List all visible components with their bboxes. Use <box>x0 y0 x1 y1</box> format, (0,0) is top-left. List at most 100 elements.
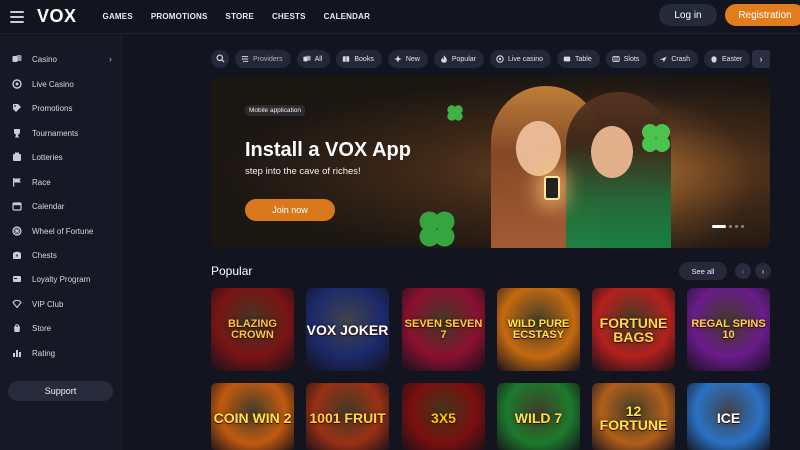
all-games-icon <box>302 55 311 63</box>
game-tile[interactable]: 12 Fortune <box>592 383 675 450</box>
casino-icon <box>12 54 22 64</box>
carousel-next-button[interactable]: › <box>755 263 771 279</box>
sidebar-item-label: Calendar <box>32 201 65 211</box>
game-tile[interactable]: Fortune Bags <box>592 288 675 371</box>
registration-button[interactable]: Registration <box>725 4 800 26</box>
chip-books[interactable]: Books <box>336 50 382 68</box>
chip-label: Easter <box>722 55 743 63</box>
sidebar-item-label: Wheel of Fortune <box>32 226 94 236</box>
sidebar-item-calendar[interactable]: Calendar <box>0 196 122 216</box>
easter-egg-icon <box>710 55 718 63</box>
game-tile[interactable]: Coin Win 2 <box>211 383 294 450</box>
sidebar-item-label: Tournaments <box>32 128 79 138</box>
game-title: Blazing Crown <box>228 317 277 341</box>
carousel-prev-button[interactable]: ‹ <box>735 263 751 279</box>
calendar-icon <box>12 201 22 211</box>
banner-illustration-face-right <box>591 126 633 178</box>
sidebar-item-chests[interactable]: Chests <box>0 245 122 265</box>
pagination-dot[interactable] <box>729 225 732 228</box>
chevron-right-icon: › <box>761 266 765 276</box>
pagination-dot[interactable] <box>735 225 738 228</box>
game-title: Ice <box>716 410 741 426</box>
chip-new[interactable]: New <box>387 50 428 68</box>
game-tile[interactable]: 1001 Fruit <box>306 383 389 450</box>
sidebar-item-label: Chests <box>32 250 57 260</box>
game-tile[interactable]: Wild Pure Ecstasy <box>497 288 580 371</box>
sidebar-item-label: Promotions <box>32 103 73 113</box>
promotions-icon <box>12 103 22 113</box>
sidebar-item-live-casino[interactable]: Live Casino <box>0 74 122 94</box>
game-title: Regal Spins 10 <box>691 317 766 341</box>
chip-all[interactable]: All <box>296 50 331 68</box>
chip-table[interactable]: Table <box>557 50 600 68</box>
sidebar-item-label: Live Casino <box>32 79 74 89</box>
sidebar-item-lotteries[interactable]: Lotteries <box>0 147 122 167</box>
game-title: Coin Win 2 <box>213 410 292 426</box>
see-all-button[interactable]: See all <box>679 262 727 280</box>
rating-icon <box>12 348 22 358</box>
top-nav: GAMES PROMOTIONS STORE CHESTS CALENDAR <box>103 12 371 21</box>
promo-banner[interactable]: Mobile application Install a VOX App ste… <box>211 76 770 248</box>
chip-live-casino[interactable]: Live casino <box>489 50 552 68</box>
sidebar-item-wheel-of-fortune[interactable]: Wheel of Fortune <box>0 221 122 241</box>
clover-icon <box>642 124 670 152</box>
pagination-dot[interactable] <box>741 225 744 228</box>
clover-icon <box>447 105 463 121</box>
game-tile[interactable]: Vox Joker <box>306 288 389 371</box>
pagination-dot-active[interactable] <box>712 225 726 228</box>
chip-label: All <box>314 55 323 63</box>
store-icon <box>12 323 22 333</box>
live-casino-icon <box>12 79 22 89</box>
chip-label: Table <box>575 55 592 63</box>
sidebar-item-race[interactable]: Race <box>0 172 122 192</box>
login-button[interactable]: Log in <box>659 4 717 26</box>
game-title: 3x5 <box>431 410 456 426</box>
vox-logo[interactable]: VOX <box>37 6 77 27</box>
game-title: 12 Fortune <box>599 403 668 433</box>
search-button[interactable] <box>211 50 229 68</box>
filters-next-arrow[interactable]: › <box>752 50 770 68</box>
providers-icon <box>241 55 249 63</box>
chip-crash[interactable]: Crash <box>653 50 698 68</box>
fire-icon <box>440 55 448 63</box>
game-tile[interactable]: 3x5 <box>402 383 485 450</box>
game-title: Fortune Bags <box>599 314 668 345</box>
chip-label: Popular <box>451 55 476 63</box>
nav-store[interactable]: STORE <box>226 12 254 21</box>
sidebar-item-label: Race <box>32 177 51 187</box>
chip-slots[interactable]: Slots <box>605 50 648 68</box>
sidebar-item-tournaments[interactable]: Tournaments <box>0 123 122 143</box>
chip-popular[interactable]: Popular <box>433 50 484 68</box>
new-icon <box>394 55 402 63</box>
chip-label: Live casino <box>507 55 544 63</box>
providers-filter[interactable]: Providers <box>235 50 291 68</box>
game-tile[interactable]: Ice <box>687 383 770 450</box>
sidebar-item-rating[interactable]: Rating <box>0 343 122 363</box>
top-header: VOX GAMES PROMOTIONS STORE CHESTS CALEND… <box>0 0 800 34</box>
game-tile[interactable]: Seven Seven 7 <box>402 288 485 371</box>
nav-promotions[interactable]: PROMOTIONS <box>151 12 208 21</box>
sidebar-item-loyalty-program[interactable]: Loyalty Program <box>0 269 122 289</box>
table-games-icon <box>563 55 571 63</box>
sidebar-item-promotions[interactable]: Promotions <box>0 98 122 118</box>
sidebar-item-store[interactable]: Store <box>0 318 122 338</box>
game-tile[interactable]: Regal Spins 10 <box>687 288 770 371</box>
sidebar-item-label: Rating <box>32 348 56 358</box>
game-tile[interactable]: Blazing Crown <box>211 288 294 371</box>
nav-games[interactable]: GAMES <box>103 12 133 21</box>
menu-icon[interactable] <box>10 10 24 23</box>
game-tile[interactable]: Wild 7 <box>497 383 580 450</box>
chip-label: New <box>405 55 420 63</box>
chip-label: Slots <box>623 55 640 63</box>
sidebar-item-casino[interactable]: Casino › <box>0 49 122 69</box>
join-now-button[interactable]: Join now <box>245 199 335 221</box>
chip-easter[interactable]: Easter <box>704 50 751 68</box>
support-button[interactable]: Support <box>8 381 113 401</box>
nav-calendar[interactable]: CALENDAR <box>324 12 371 21</box>
sidebar-item-vip-club[interactable]: VIP Club <box>0 294 122 314</box>
game-title: Seven Seven 7 <box>404 317 483 341</box>
search-icon <box>215 53 225 65</box>
nav-chests[interactable]: CHESTS <box>272 12 306 21</box>
category-filter-bar: Providers All Books New Popular Live cas… <box>211 50 771 68</box>
sidebar-item-label: Store <box>32 323 52 333</box>
